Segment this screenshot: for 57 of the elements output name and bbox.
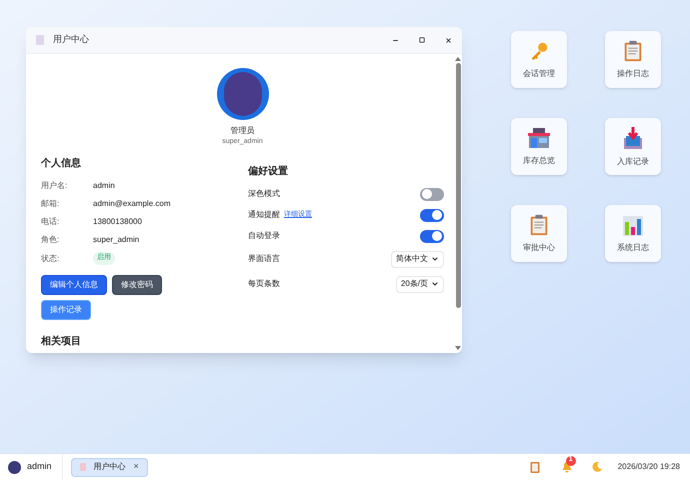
shortcut-label: 会话管理 <box>523 68 555 80</box>
taskbar-tab[interactable]: 用户中心 × <box>70 458 148 476</box>
clipboard-icon <box>529 214 549 236</box>
close-tab-button[interactable]: × <box>134 460 139 474</box>
desktop-shortcut[interactable]: 库存总览 <box>511 118 567 175</box>
field-label: 电话: <box>41 216 60 228</box>
field-value: 13800138000 <box>93 216 142 228</box>
action-button[interactable]: 修改密码 <box>112 274 162 294</box>
action-button[interactable]: 编辑个人信息 <box>41 274 107 294</box>
clock: 2026/03/20 19:28 <box>618 461 680 473</box>
desktop-shortcut[interactable]: 入库记录 <box>605 118 661 175</box>
close-icon[interactable] <box>445 36 452 44</box>
field-value: super_admin <box>93 234 140 246</box>
shortcut-label: 入库记录 <box>617 156 649 168</box>
clipboard-icon <box>623 40 643 62</box>
user-avatar[interactable] <box>8 460 21 474</box>
document-icon <box>80 463 86 471</box>
desktop-shortcut[interactable]: 会话管理 <box>511 31 567 88</box>
setting-label: 每页条数 <box>248 278 280 290</box>
clipboard-icon[interactable] <box>530 461 540 473</box>
chevron-down-icon <box>431 255 439 263</box>
setting-label: 界面语言 <box>248 253 280 265</box>
field-label: 用户名: <box>41 180 68 192</box>
desktop-shortcut[interactable]: 操作日志 <box>605 31 661 88</box>
field-label: 角色: <box>41 234 60 246</box>
section-title: 个人信息 <box>41 156 82 170</box>
setting-label: 深色模式 <box>248 188 280 200</box>
action-button[interactable]: 操作记录 <box>41 300 91 320</box>
section-title: 相关项目 <box>41 334 82 348</box>
dropdown[interactable]: 20条/页 <box>396 276 444 292</box>
inbox-icon <box>622 126 644 150</box>
bar-chart-icon <box>622 214 644 236</box>
shortcut-label: 库存总览 <box>523 154 555 166</box>
chevron-down-icon <box>431 280 439 288</box>
dropdown[interactable]: 简体中文 <box>391 250 444 268</box>
setting-label: 通知提醒 <box>248 209 280 221</box>
maximize-icon[interactable] <box>419 37 425 43</box>
field-label: 状态: <box>41 252 60 264</box>
display-name: 管理员 <box>230 125 254 137</box>
toggle-switch[interactable] <box>420 188 444 200</box>
shortcut-label: 审批中心 <box>523 242 555 254</box>
toggle-switch[interactable] <box>420 230 444 242</box>
desktop-shortcut[interactable]: 审批中心 <box>511 205 567 262</box>
shortcut-label: 系统日志 <box>617 242 649 254</box>
toggle-switch[interactable] <box>420 208 444 222</box>
section-title: 偏好设置 <box>248 164 289 178</box>
window-title: 用户中心 <box>53 33 89 46</box>
user-name: admin <box>27 460 52 474</box>
setting-label: 自动登录 <box>248 230 280 242</box>
field-value: admin <box>93 180 115 192</box>
bell-icon[interactable] <box>562 462 572 472</box>
field-label: 邮箱: <box>41 198 60 210</box>
store-icon <box>527 126 551 148</box>
field-value: admin@example.com <box>93 198 170 210</box>
document-icon <box>36 35 44 45</box>
desktop-shortcut[interactable]: 系统日志 <box>605 205 661 262</box>
shortcut-label: 操作日志 <box>617 68 649 80</box>
